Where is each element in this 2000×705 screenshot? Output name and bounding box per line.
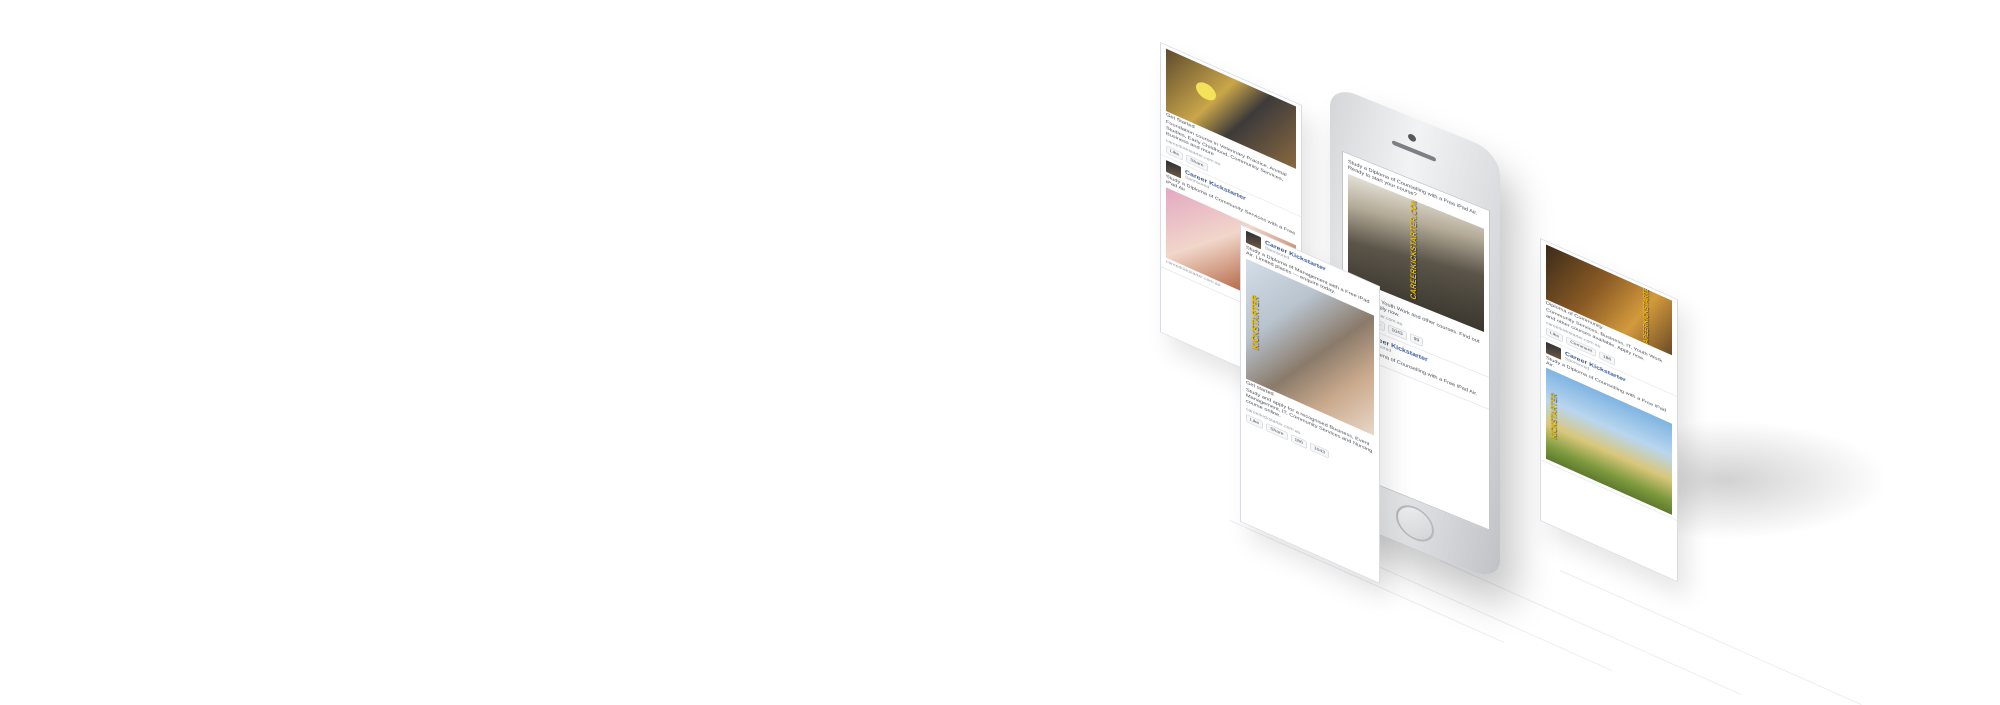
ad-card-front: Career Kickstarter Sponsored Study a Dip… xyxy=(1240,224,1380,584)
floor-line xyxy=(1559,570,1862,705)
sun-icon xyxy=(1196,79,1216,104)
brand-logo: KICKSTARTER xyxy=(1549,391,1558,441)
brand-logo: CAREERKICKSTARTER.COM.AU xyxy=(1643,257,1650,350)
brand-logo: KICKSTARTER xyxy=(1250,292,1260,351)
floor-line xyxy=(1439,560,1742,696)
stage: Get Started Foundation course in Veterin… xyxy=(0,0,2000,705)
ad-card-right: CAREERKICKSTARTER.COM.AU Diploma of Comm… xyxy=(1540,238,1678,583)
brand-logo: CAREERKICKSTARTER.COM.AU xyxy=(1409,183,1418,301)
